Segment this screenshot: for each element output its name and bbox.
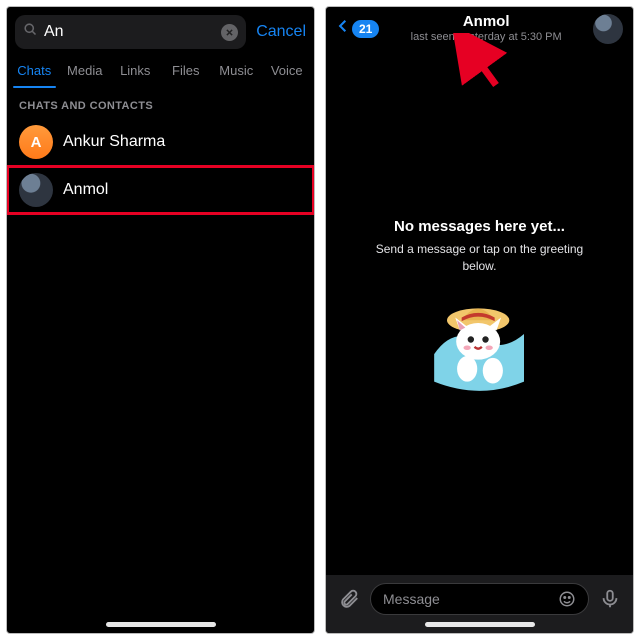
sticker-icon[interactable] bbox=[558, 590, 576, 608]
tab-voice[interactable]: Voice bbox=[262, 55, 313, 88]
search-input[interactable]: An bbox=[15, 15, 246, 49]
empty-title: No messages here yet... bbox=[394, 218, 565, 235]
message-input[interactable]: Message bbox=[370, 583, 589, 615]
tab-files[interactable]: Files bbox=[161, 55, 212, 88]
mic-icon[interactable] bbox=[599, 588, 621, 610]
search-screen: An Cancel Chats Media Links Files Music … bbox=[6, 6, 315, 634]
result-row[interactable]: A Ankur Sharma bbox=[7, 118, 314, 166]
avatar: A bbox=[19, 125, 53, 159]
chat-screen: 21 Anmol last seen yesterday at 5:30 PM … bbox=[325, 6, 634, 634]
tab-chats[interactable]: Chats bbox=[9, 55, 60, 88]
message-placeholder: Message bbox=[383, 591, 558, 607]
chevron-left-icon bbox=[336, 16, 350, 41]
result-name: Anmol bbox=[63, 181, 108, 199]
last-seen: last seen yesterday at 5:30 PM bbox=[385, 31, 587, 44]
result-row-selected[interactable]: Anmol bbox=[7, 166, 314, 214]
avatar[interactable] bbox=[593, 14, 623, 44]
home-indicator bbox=[106, 622, 216, 627]
contact-name: Anmol bbox=[385, 13, 587, 31]
chat-title[interactable]: Anmol last seen yesterday at 5:30 PM bbox=[385, 13, 587, 44]
empty-subtitle: Send a message or tap on the greeting be… bbox=[366, 241, 593, 275]
search-value: An bbox=[44, 23, 215, 41]
avatar bbox=[19, 173, 53, 207]
greeting-sticker[interactable] bbox=[425, 290, 535, 405]
attach-icon[interactable] bbox=[338, 588, 360, 610]
cancel-button[interactable]: Cancel bbox=[256, 23, 306, 41]
back-button[interactable]: 21 bbox=[336, 16, 379, 41]
search-tabs: Chats Media Links Files Music Voice bbox=[7, 55, 314, 88]
chat-header: 21 Anmol last seen yesterday at 5:30 PM bbox=[326, 7, 633, 48]
home-indicator bbox=[425, 622, 535, 627]
clear-search-button[interactable] bbox=[221, 24, 238, 41]
empty-chat: No messages here yet... Send a message o… bbox=[326, 48, 633, 575]
search-icon bbox=[23, 22, 38, 42]
tab-media[interactable]: Media bbox=[60, 55, 111, 88]
unread-badge: 21 bbox=[352, 20, 379, 38]
tab-links[interactable]: Links bbox=[110, 55, 161, 88]
result-name: Ankur Sharma bbox=[63, 133, 165, 151]
search-bar-row: An Cancel bbox=[7, 7, 314, 55]
tab-music[interactable]: Music bbox=[211, 55, 262, 88]
section-header: CHATS AND CONTACTS bbox=[7, 88, 314, 118]
